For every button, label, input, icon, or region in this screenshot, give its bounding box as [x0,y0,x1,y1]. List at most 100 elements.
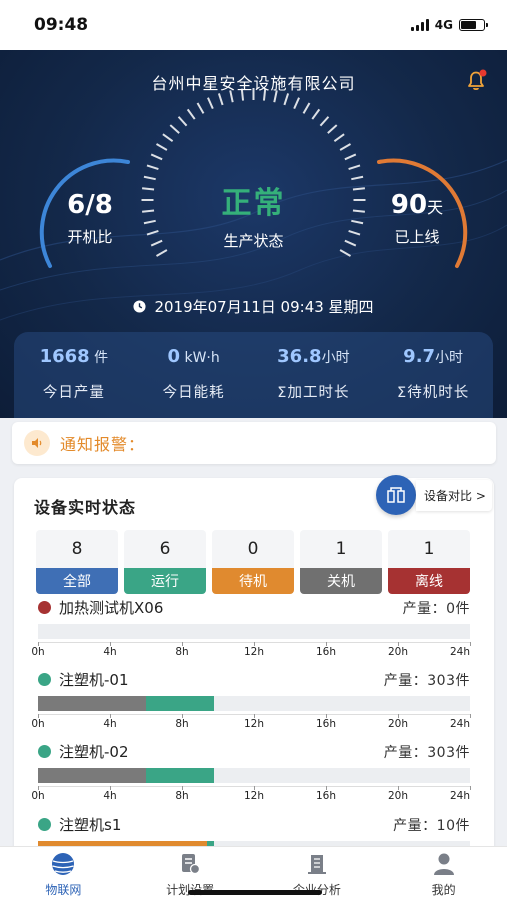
timeline-axis: 0h 4h 8h 12h 16h 20h 24h [31,714,471,730]
tick-label: 20h [387,790,409,802]
current-datetime: 2019年07月11日 09:43 星期四 [0,296,507,317]
battery-icon [459,19,488,31]
filter-shutdown[interactable]: 1 关机 [300,530,382,594]
status-dot [38,818,51,831]
status-filter-group: 8 全部 6 运行 0 待机 1 关机 1 离线 [36,530,470,594]
timeline-axis: 0h 4h 8h 12h 16h 20h 24h [31,786,471,802]
status-icons: 4G [410,18,488,32]
days-online-value: 90 [390,190,428,220]
kpi-standby-value: 9.7 [403,346,436,367]
machine-name: 注塑机-01 [59,671,129,689]
alarm-notice[interactable]: 通知报警： [12,422,496,464]
kpi-output-label: 今日产量 [42,385,105,401]
tick-label: 0h [31,790,45,802]
home-indicator [188,890,322,895]
machine-row[interactable]: 加热测试机X06 产量：0件 0h 4h 8h 12h 16h 20h 24h [31,597,471,658]
kpi-energy-label: 今日能耗 [162,385,225,401]
nav-profile-label: 我的 [431,883,456,897]
timeline-axis: 0h 4h 8h 12h 16h 20h 24h [31,642,471,658]
gauge-tick [196,102,205,114]
gauge-tick [344,153,357,161]
timeline-segment [146,696,215,711]
filter-standby-count: 0 [247,539,259,559]
filter-running[interactable]: 6 运行 [124,530,206,594]
machine-name: 注塑机s1 [59,816,122,834]
kpi-output: 1668 件 今日产量 [14,346,134,418]
kpi-energy: 0 kW·h 今日能耗 [134,346,254,418]
kpi-processing-value: 36.8 [277,346,322,367]
days-online-label: 已上线 [394,228,440,246]
tick-label: 12h [243,718,265,730]
clock-icon [133,300,146,313]
machine-output: 产量：303件 [383,672,470,689]
filter-offline[interactable]: 1 离线 [388,530,470,594]
device-status-title: 设备实时状态 [34,498,137,517]
tick-label: 16h [315,718,336,730]
tick-label: 8h [175,790,189,802]
gauge-tick [217,93,224,106]
gauge-tick [348,164,361,171]
gauge-tick [293,97,300,110]
kpi-energy-unit: kW·h [180,350,220,366]
gauge-tick [207,97,214,110]
filter-standby[interactable]: 0 待机 [212,530,294,594]
machine-name: 加热测试机X06 [59,599,164,617]
tick-label: 8h [175,646,189,658]
kpi-output-value: 1668 [39,346,90,367]
timeline-bar [38,768,470,783]
machine-row[interactable]: 注塑机-02 产量：303件 0h 4h 8h 12h 16h 20h 24h [31,741,471,802]
tick-label: 16h [315,646,336,658]
plan-icon [182,854,201,875]
timeline-bar [38,696,470,711]
filter-all-count: 8 [71,539,83,559]
gauge-tick [339,143,351,151]
filter-all[interactable]: 8 全部 [36,530,118,594]
machine-name: 注塑机-02 [59,743,129,761]
tick-label: 0h [31,646,45,658]
speaker-icon [24,430,50,456]
machine-output: 产量：10件 [393,817,470,834]
gauge-tick [302,102,311,114]
device-status-card: 设备实时状态 设备对比 > 8 全部 6 运行 0 待机 1 关机 1 离线 加… [14,475,494,858]
machine-row[interactable]: 注塑机-01 产量：303件 0h 4h 8h 12h 16h 20h 24h [31,669,471,730]
nav-iot[interactable]: 物联网 [0,847,127,900]
datetime-text: 2019年07月11日 09:43 星期四 [154,298,374,316]
filter-offline-count: 1 [423,539,435,559]
tick-label: 4h [103,790,117,802]
status-dot [38,673,51,686]
tick-mark [470,786,471,790]
timeline-segment [38,696,146,711]
status-dot [38,745,51,758]
tick-label: 8h [175,718,189,730]
nav-iot-label: 物联网 [45,883,82,897]
kpi-standby-label: Σ待机时长 [397,385,470,401]
filter-offline-label: 离线 [388,568,470,594]
gauge-tick [169,124,180,134]
nav-profile[interactable]: 我的 [380,847,507,900]
device-compare-button[interactable]: 设备对比 > [376,475,507,515]
days-online-unit: 天 [427,198,444,217]
timeline-bar [38,624,470,639]
status-bar: 09:48 4G [0,0,507,50]
gauge-tick [262,88,267,101]
tick-label: 16h [315,790,336,802]
alarm-notice-label: 通知报警： [60,435,146,454]
building-icon [307,855,326,874]
tick-mark [470,714,471,718]
days-online: 90天 已上线 [357,190,477,247]
machine-output: 产量：303件 [383,744,470,761]
tick-label: 24h [449,646,470,658]
dashboard-header: 台州中星安全设施有限公司 6/8 开机比 正常 生产状态 90天 已上线 201… [0,50,507,418]
tick-label: 24h [449,718,470,730]
tick-label: 0h [31,718,45,730]
filter-shutdown-label: 关机 [300,568,382,594]
tick-label: 20h [387,646,409,658]
gauge-tick [333,133,345,143]
gauge-tick [162,133,174,143]
kpi-processing-unit: 小时 [321,350,350,366]
kpi-bar: 1668 件 今日产量 0 kW·h 今日能耗 36.8小时 Σ加工时长 9.7… [14,332,493,418]
signal-icon [410,19,429,31]
filter-running-label: 运行 [124,568,206,594]
filter-shutdown-count: 1 [335,539,347,559]
tick-label: 12h [243,646,265,658]
